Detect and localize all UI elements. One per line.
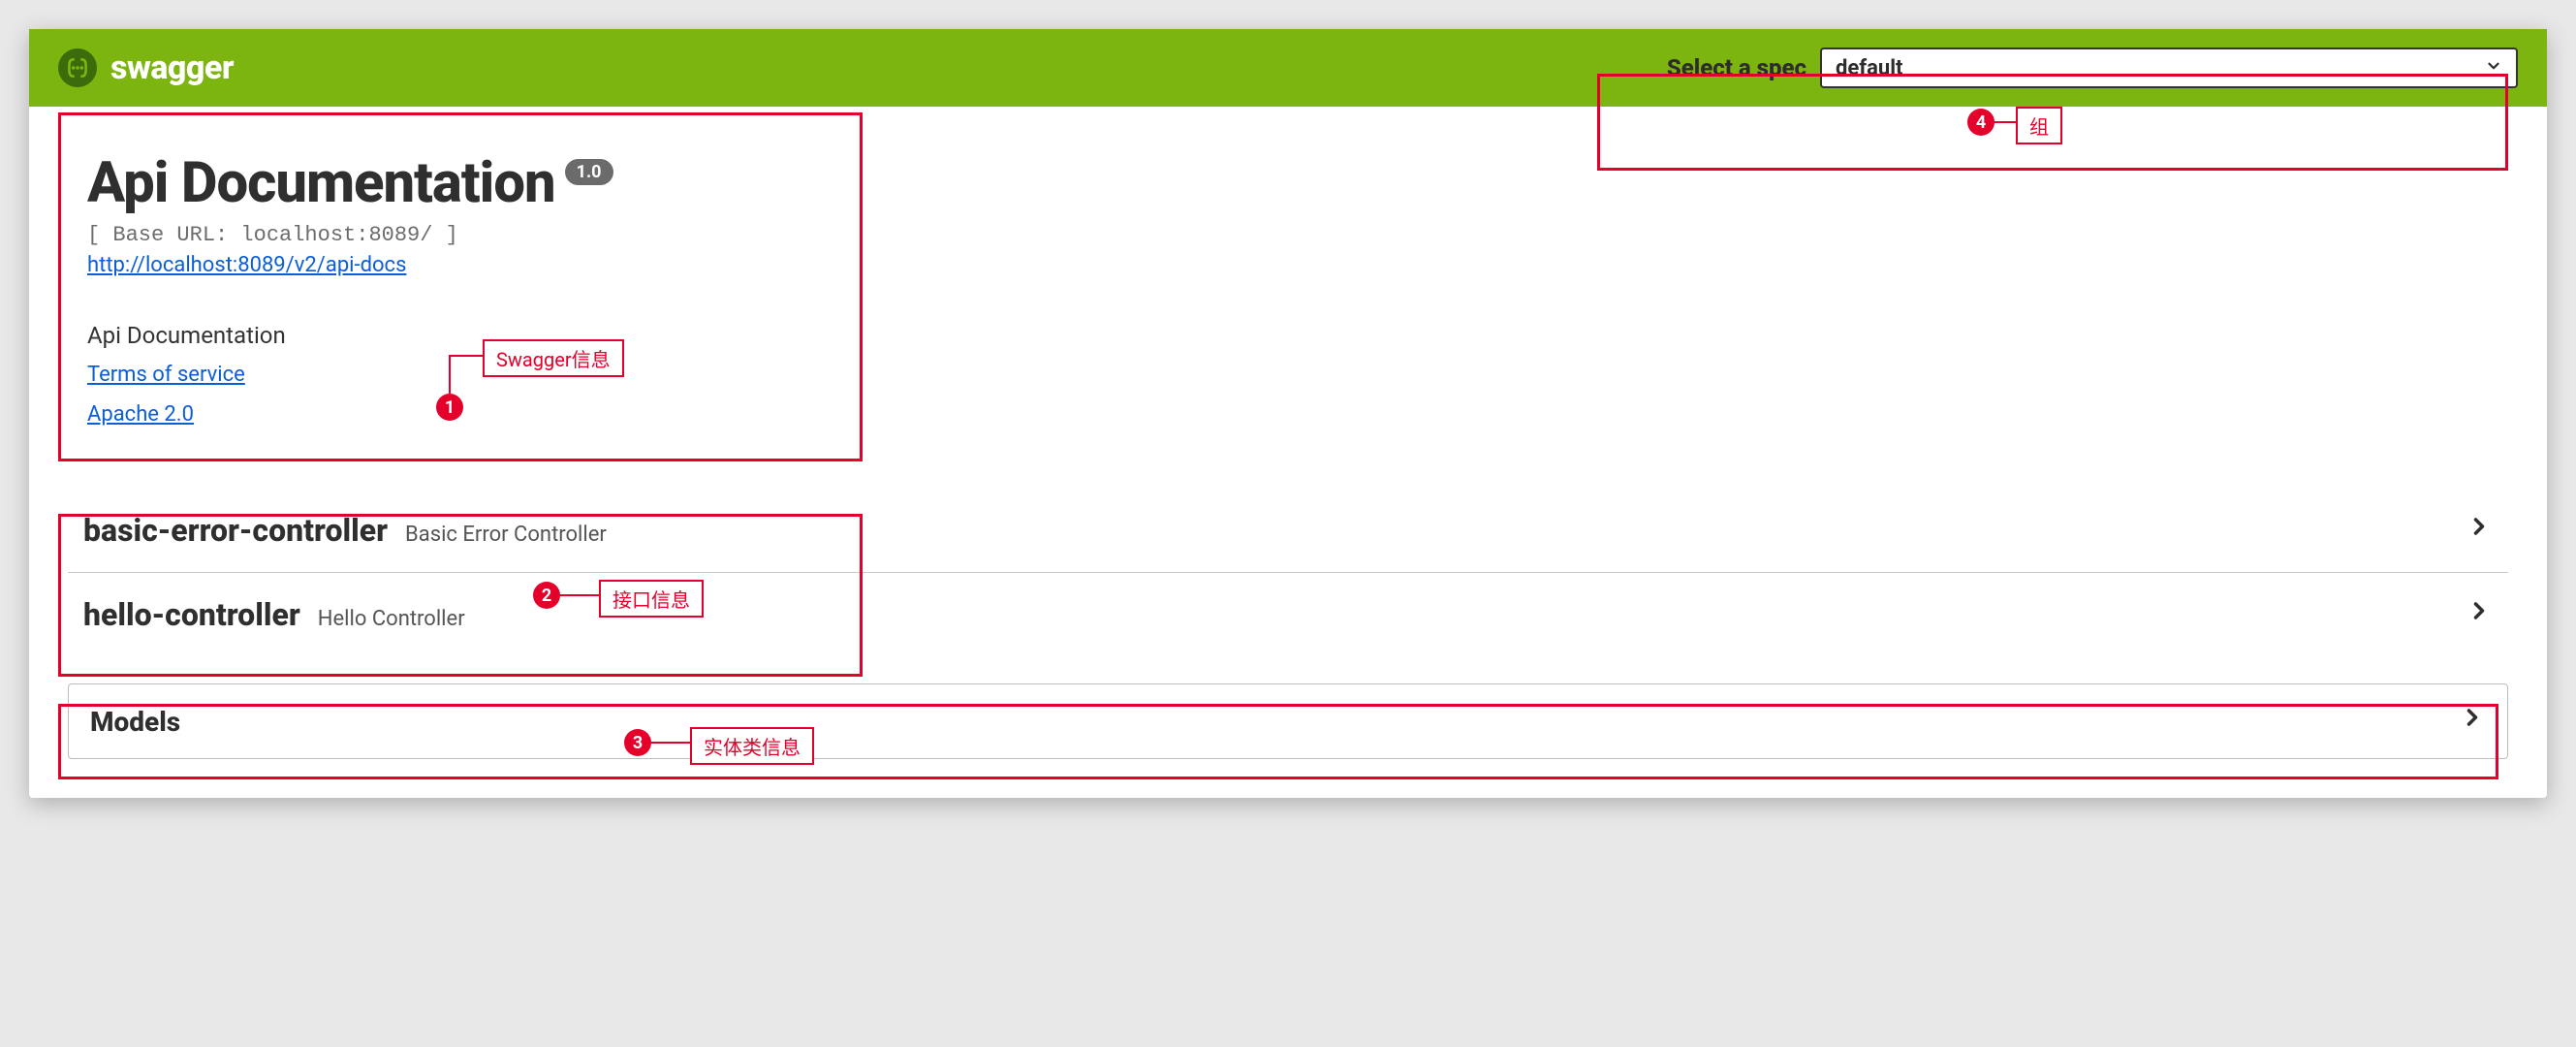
chevron-down-icon	[2485, 56, 2502, 79]
annotation-tag-1: Swagger信息	[483, 339, 624, 377]
annotation-badge-2: 2	[533, 582, 560, 609]
annotation-badge-1: 1	[436, 394, 463, 421]
swagger-ui-window: swagger Select a spec default 4 组 Api Do…	[29, 29, 2547, 798]
models-section[interactable]: Models	[68, 683, 2508, 759]
controllers-section: basic-error-controller Basic Error Contro…	[68, 489, 2508, 656]
api-info-section: Api Documentation 1.0 [ Base URL: localh…	[68, 126, 2508, 450]
models-title: Models	[90, 706, 180, 738]
controller-desc: Hello Controller	[318, 607, 465, 631]
annotation-badge-4: 4	[1967, 109, 1995, 136]
spec-selector-area: Select a spec default	[1667, 48, 2518, 88]
topbar: swagger Select a spec default	[29, 29, 2547, 107]
swagger-logo-icon	[58, 48, 97, 87]
api-description: Api Documentation	[87, 322, 2489, 349]
annotation-tag-2: 接口信息	[599, 580, 704, 618]
controller-name: hello-controller	[83, 596, 300, 633]
annotation-badge-3: 3	[624, 729, 651, 756]
annotation-connector-3h	[651, 742, 690, 744]
controller-row-left: hello-controller Hello Controller	[83, 596, 465, 633]
annotation-connector-1v	[449, 355, 451, 394]
annotation-connector-1h	[449, 355, 484, 357]
chevron-right-icon	[2466, 513, 2493, 548]
controller-name: basic-error-controller	[83, 512, 388, 549]
brand: swagger	[58, 48, 234, 87]
chevron-right-icon	[2459, 704, 2486, 739]
controller-row[interactable]: hello-controller Hello Controller	[68, 573, 2508, 656]
spec-label: Select a spec	[1667, 54, 1806, 81]
tos-link[interactable]: Terms of service	[87, 363, 245, 387]
page-body: Api Documentation 1.0 [ Base URL: localh…	[29, 107, 2547, 798]
license-link[interactable]: Apache 2.0	[87, 402, 194, 427]
api-version-badge: 1.0	[565, 159, 613, 185]
chevron-right-icon	[2466, 597, 2493, 632]
annotation-tag-4: 组	[2016, 107, 2062, 144]
api-base-url: [ Base URL: localhost:8089/ ]	[87, 223, 2489, 247]
controller-row-left: basic-error-controller Basic Error Contro…	[83, 512, 607, 549]
annotation-connector-4	[1995, 121, 2016, 123]
spec-selected-value: default	[1836, 56, 1903, 80]
brand-label: swagger	[110, 48, 234, 87]
controller-row[interactable]: basic-error-controller Basic Error Contro…	[68, 489, 2508, 573]
api-title: Api Documentation	[87, 155, 555, 211]
annotation-connector-2h	[560, 594, 599, 596]
api-docs-link[interactable]: http://localhost:8089/v2/api-docs	[87, 253, 406, 277]
spec-select[interactable]: default	[1820, 48, 2518, 88]
annotation-tag-3: 实体类信息	[690, 727, 814, 765]
controller-desc: Basic Error Controller	[405, 523, 607, 547]
